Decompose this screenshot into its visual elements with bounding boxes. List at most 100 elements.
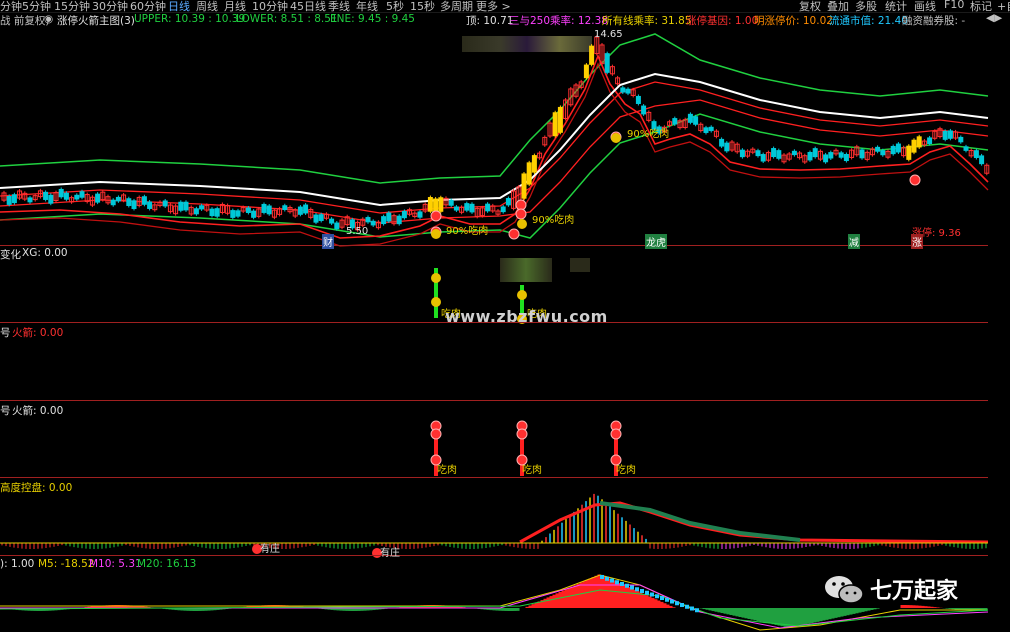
candle-body: [838, 152, 844, 158]
macd-dot: [655, 594, 659, 599]
candle-body: [776, 150, 782, 159]
macd-dot: [645, 590, 649, 595]
m5-value: M5: -18.52: [38, 558, 95, 570]
macd-dot: [630, 585, 634, 590]
candle-body: [427, 197, 433, 212]
m10-value: M10: 5.31: [89, 558, 142, 570]
candle-body: [843, 153, 849, 162]
macd-dot: [675, 601, 679, 606]
candle-body: [110, 199, 116, 206]
candle-body: [916, 136, 922, 148]
candle-body: [771, 148, 777, 158]
candle-body: [235, 210, 241, 217]
macd-dot: [660, 596, 664, 600]
candle-body: [141, 196, 147, 205]
macd-dot: [650, 592, 654, 597]
candle-body: [703, 127, 709, 133]
candle-body: [251, 210, 257, 218]
ene-line: [0, 81, 989, 214]
candle-body: [147, 201, 153, 209]
finance-tag[interactable]: 财: [322, 234, 334, 249]
candle-body: [911, 139, 917, 153]
candle-body: [6, 195, 12, 205]
candle-body: [672, 118, 678, 125]
candle-body: [589, 45, 595, 65]
candle-body: [526, 162, 532, 185]
low-price-label: 5.50: [346, 226, 369, 237]
candle-body: [318, 214, 324, 221]
panel5-label: 高度控盘: 0.00: [0, 482, 73, 494]
panel-divider: [0, 477, 988, 478]
candle-body: [334, 222, 340, 230]
candle-body: [724, 142, 730, 152]
candle-body: [43, 191, 49, 200]
candle-body: [739, 149, 745, 158]
candle-body: [812, 148, 818, 158]
candle-body: [27, 197, 33, 203]
mid-line: [0, 72, 989, 207]
candle-body: [875, 146, 881, 152]
candle-body: [214, 208, 220, 217]
candle-body: [521, 173, 527, 199]
watermark: www.zbzfwu.com: [445, 307, 608, 326]
high-price-label: 14.65: [594, 29, 623, 40]
macd-dot: [680, 603, 684, 607]
candle-body: [48, 194, 54, 204]
banker-tag: 有庄: [380, 548, 400, 559]
candle-body: [448, 199, 454, 206]
panel-divider: [0, 400, 988, 401]
candle-body: [266, 205, 272, 215]
signal-ball-icon: [909, 174, 921, 186]
macd-dot: [620, 582, 624, 586]
candle-body: [74, 194, 80, 200]
candle-body: [303, 204, 309, 214]
candle-body: [942, 130, 948, 140]
candle-body: [760, 154, 766, 162]
candle-body: [625, 88, 631, 94]
wechat-icon: [823, 572, 865, 611]
candle-body: [95, 193, 101, 203]
reduce-tag[interactable]: 减: [848, 234, 860, 249]
candle-body: [63, 192, 69, 200]
smile-icon: [517, 219, 527, 229]
candle-body: [552, 112, 558, 137]
panel4-label: 火箭: 0.00: [12, 405, 64, 417]
candle-body: [209, 208, 215, 217]
macd-dot: [605, 576, 609, 581]
candle-body: [687, 113, 693, 123]
candle-body: [807, 151, 813, 161]
eat-tag: 吃肉: [522, 465, 542, 476]
candle-body: [453, 206, 459, 211]
candle-body: [906, 145, 912, 160]
candle-body: [178, 201, 184, 211]
dragon-tiger-tag[interactable]: 龙虎: [645, 234, 667, 249]
eat-tag: 吃肉: [616, 465, 636, 476]
panel2-label: XG: 0.00: [22, 247, 68, 259]
candle-body: [313, 214, 319, 223]
macd-dot: [625, 583, 629, 588]
signal-ball-icon: [610, 428, 622, 440]
macd-dot: [610, 578, 614, 583]
candle-body: [199, 205, 205, 210]
candle-body: [859, 149, 865, 159]
macd-dot: [635, 587, 639, 592]
candle-body: [396, 215, 402, 225]
candle-body: [365, 217, 371, 223]
candle-body: [162, 200, 168, 207]
candle-body: [958, 136, 964, 143]
signal-ball-icon: [430, 210, 442, 222]
candle-body: [927, 137, 933, 145]
signal-ball-icon: [430, 428, 442, 440]
limit-up-tag[interactable]: 涨: [911, 234, 923, 249]
panel4-prefix: 号: [0, 405, 11, 417]
smile-icon: [431, 273, 441, 283]
candle-body: [381, 216, 387, 225]
candle-body: [438, 197, 444, 212]
macd-dot: [690, 606, 694, 611]
m20-value: M20: 16.13: [137, 558, 197, 570]
candle-body: [635, 95, 641, 104]
candle-body: [505, 198, 511, 206]
candle-body: [245, 207, 251, 213]
eat90-label: 90%吃肉: [627, 129, 670, 140]
candle-body: [963, 146, 969, 151]
